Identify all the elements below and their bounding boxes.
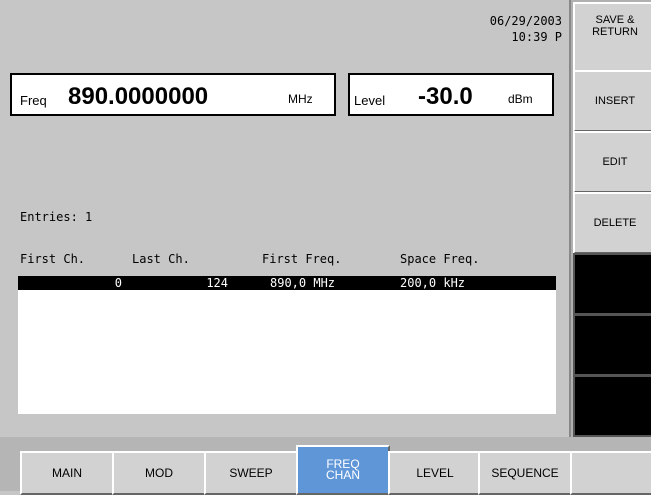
date-display: 06/29/2003 [489, 14, 562, 28]
bottom-menu: MAIN MOD SWEEP FREQ CHAN LEVEL SEQUENCE [0, 437, 651, 495]
insert-button[interactable]: INSERT [573, 70, 651, 132]
tab-sweep[interactable]: SWEEP [204, 451, 298, 495]
save-return-button[interactable]: SAVE & RETURN [573, 2, 651, 74]
softkey-panel: SAVE & RETURN INSERT EDIT DELETE [569, 0, 651, 437]
column-first-ch: First Ch. [20, 252, 86, 266]
tab-level[interactable]: LEVEL [388, 451, 482, 495]
edit-button[interactable]: EDIT [573, 131, 651, 193]
frequency-unit: MHz [288, 92, 313, 106]
level-value: -30.0 [418, 83, 473, 110]
channel-table[interactable]: 0 124 890,0 MHz 200,0 kHz [18, 276, 556, 414]
column-first-freq: First Freq. [262, 252, 342, 266]
channel-table-header: First Ch. Last Ch. First Freq. Space Fre… [20, 252, 560, 266]
cell-last-ch: 124 [206, 276, 228, 290]
entries-count: Entries: 1 [20, 210, 93, 224]
cell-space-freq: 200,0 kHz [400, 276, 466, 290]
table-row[interactable]: 0 124 890,0 MHz 200,0 kHz [18, 276, 556, 290]
tab-mod[interactable]: MOD [112, 451, 206, 495]
frequency-display[interactable]: Freq 890.0000000 MHz [10, 73, 336, 116]
column-space-freq: Space Freq. [400, 252, 480, 266]
delete-button[interactable]: DELETE [573, 192, 651, 254]
level-label: Level [354, 93, 386, 108]
cell-first-ch: 0 [114, 276, 122, 290]
tab-sequence[interactable]: SEQUENCE [478, 451, 572, 495]
softkey-blank-5[interactable] [573, 253, 651, 315]
tab-main[interactable]: MAIN [20, 451, 114, 495]
level-display[interactable]: Level -30.0 dBm [348, 73, 554, 116]
column-last-ch: Last Ch. [132, 252, 190, 266]
tab-freq-chan[interactable]: FREQ CHAN [296, 445, 390, 495]
level-unit: dBm [508, 92, 533, 106]
softkey-blank-6[interactable] [573, 314, 651, 376]
frequency-value: 890.0000000 [68, 83, 209, 110]
frequency-label: Freq [20, 93, 47, 108]
time-display: 10:39 P [511, 30, 562, 44]
softkey-blank-7[interactable] [573, 375, 651, 437]
tab-blank[interactable] [570, 451, 651, 495]
cell-first-freq: 890,0 MHz [270, 276, 336, 290]
